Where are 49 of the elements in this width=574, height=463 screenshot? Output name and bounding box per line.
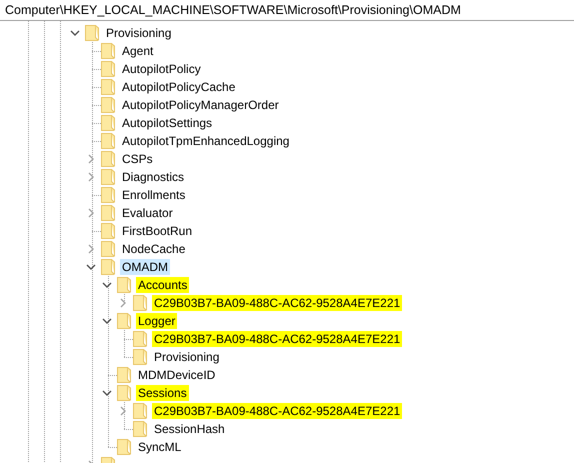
folder-icon: [101, 187, 116, 203]
registry-key[interactable]: SyncML: [136, 439, 184, 455]
folder-icon: [101, 223, 116, 239]
registry-key[interactable]: C29B03B7-BA09-488C-AC62-9528A4E7E221: [152, 331, 402, 347]
folder-icon: [101, 241, 116, 257]
address-path[interactable]: Computer\HKEY_LOCAL_MACHINE\SOFTWARE\Microsoft\Provisioning\OMADM: [0, 0, 465, 17]
registry-key[interactable]: Diagnostics: [120, 169, 186, 185]
folder-icon: [101, 169, 116, 185]
folder-icon: [117, 277, 132, 293]
folder-icon: [133, 403, 148, 419]
registry-key[interactable]: Sessions: [136, 385, 189, 401]
registry-key[interactable]: Enrollments: [120, 187, 188, 203]
registry-key[interactable]: OMADM: [120, 259, 170, 275]
registry-key[interactable]: Accounts: [136, 277, 190, 293]
registry-key[interactable]: NodeCache: [120, 241, 188, 257]
folder-icon: [101, 115, 116, 131]
registry-key[interactable]: FirstBootRun: [120, 223, 194, 239]
registry-key[interactable]: Logger: [136, 313, 178, 329]
registry-key[interactable]: AutopilotTpmEnhancedLogging: [120, 133, 292, 149]
folder-icon: [133, 349, 148, 365]
folder-icon: [101, 133, 116, 149]
registry-key[interactable]: Provisioning: [152, 349, 222, 365]
registry-key[interactable]: Evaluator: [120, 205, 175, 221]
folder-icon: [101, 43, 116, 59]
folder-icon: [133, 421, 148, 437]
folder-icon: [85, 25, 100, 41]
registry-key[interactable]: C29B03B7-BA09-488C-AC62-9528A4E7E221: [152, 295, 402, 311]
folder-icon: [117, 367, 132, 383]
folder-icon: [133, 331, 148, 347]
registry-key[interactable]: MDMDeviceID: [136, 367, 218, 383]
folder-icon: [101, 259, 116, 275]
registry-key[interactable]: AutopilotPolicyManagerOrder: [120, 97, 281, 113]
folder-icon: [117, 439, 132, 455]
registry-key[interactable]: AutopilotPolicy: [120, 61, 203, 77]
folder-icon: [101, 151, 116, 167]
folder-icon: [101, 205, 116, 221]
folder-icon: [117, 385, 132, 401]
registry-key[interactable]: SessionHash: [152, 421, 227, 437]
registry-key[interactable]: Agent: [120, 43, 156, 59]
registry-key[interactable]: AutopilotPolicyCache: [120, 79, 238, 95]
folder-icon: [133, 295, 148, 311]
folder-icon: [101, 97, 116, 113]
registry-key[interactable]: AutopilotSettings: [120, 115, 214, 131]
registry-key[interactable]: Provisioning: [104, 25, 174, 41]
folder-icon: [117, 313, 132, 329]
folder-icon: [101, 79, 116, 95]
registry-key[interactable]: C29B03B7-BA09-488C-AC62-9528A4E7E221: [152, 403, 402, 419]
registry-key[interactable]: CSPs: [120, 151, 155, 167]
folder-icon: [101, 61, 116, 77]
